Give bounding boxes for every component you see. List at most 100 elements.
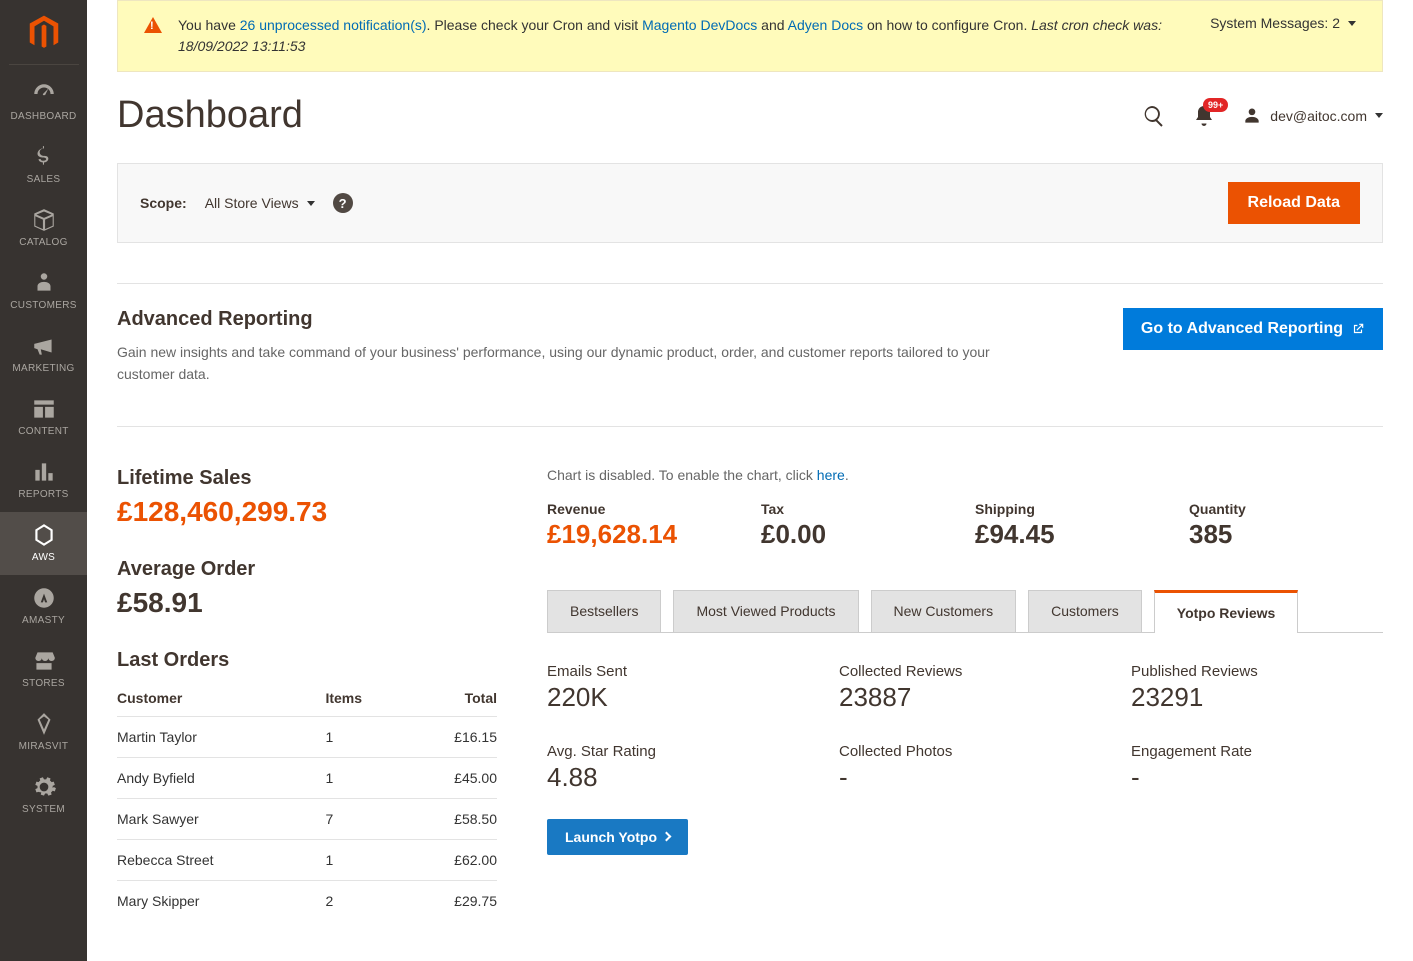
table-row[interactable]: Rebecca Street1£62.00 — [117, 839, 497, 880]
help-icon[interactable]: ? — [333, 193, 353, 213]
table-row[interactable]: Mark Sawyer7£58.50 — [117, 798, 497, 839]
cell-total: £62.00 — [404, 839, 497, 880]
user-menu[interactable]: dev@aitoc.com — [1242, 106, 1383, 126]
notice-prefix: You have — [178, 17, 240, 33]
notifications-badge: 99+ — [1203, 98, 1228, 112]
sidebar-item-catalog[interactable]: CATALOG — [0, 197, 87, 260]
search-icon — [1142, 104, 1166, 128]
sidebar: DASHBOARD SALES CATALOG CUSTOMERS MARKET… — [0, 0, 87, 961]
chevron-right-icon — [662, 832, 672, 842]
advanced-reporting-text: Advanced Reporting Gain new insights and… — [117, 308, 1017, 386]
sidebar-item-mirasvit[interactable]: MIRASVIT — [0, 701, 87, 764]
metric-value: £19,628.14 — [547, 519, 741, 550]
search-button[interactable] — [1142, 104, 1166, 128]
notifications-button[interactable]: 99+ — [1192, 104, 1216, 128]
sidebar-item-label: AWS — [32, 552, 55, 563]
cell-items: 1 — [325, 757, 404, 798]
lifetime-sales-block: Lifetime Sales £128,460,299.73 — [117, 467, 497, 528]
metric-value: 385 — [1189, 519, 1383, 550]
magento-logo-icon[interactable] — [25, 14, 63, 52]
yotpo-stats-grid: Emails Sent 220K Collected Reviews 23887… — [547, 663, 1383, 793]
tab-customers[interactable]: Customers — [1028, 590, 1142, 632]
system-notice: You have 26 unprocessed notification(s).… — [117, 0, 1383, 72]
tab-new-customers[interactable]: New Customers — [871, 590, 1017, 632]
person-icon — [31, 270, 57, 296]
advanced-reporting-desc: Gain new insights and take command of yo… — [117, 341, 1017, 386]
sidebar-item-label: SYSTEM — [22, 804, 65, 815]
average-order-title: Average Order — [117, 558, 497, 581]
sidebar-item-label: CONTENT — [18, 426, 68, 437]
notifications-link[interactable]: 26 unprocessed notification(s) — [240, 17, 427, 33]
table-row[interactable]: Mary Skipper2£29.75 — [117, 880, 497, 921]
page-title: Dashboard — [117, 94, 303, 137]
devdocs-link[interactable]: Magento DevDocs — [642, 17, 757, 33]
cell-items: 1 — [325, 716, 404, 757]
metric-quantity: Quantity 385 — [1189, 501, 1383, 550]
sidebar-item-label: SALES — [27, 174, 61, 185]
sidebar-item-aws[interactable]: AWS — [0, 512, 87, 575]
sidebar-item-reports[interactable]: REPORTS — [0, 449, 87, 512]
table-row[interactable]: Andy Byfield1£45.00 — [117, 757, 497, 798]
sidebar-item-system[interactable]: SYSTEM — [0, 764, 87, 827]
yotpo-published-reviews: Published Reviews 23291 — [1131, 663, 1383, 713]
cell-customer: Mark Sawyer — [117, 798, 325, 839]
metric-label: Tax — [761, 501, 955, 517]
chevron-down-icon — [1348, 21, 1356, 26]
stat-label: Published Reviews — [1131, 663, 1383, 680]
launch-yotpo-button[interactable]: Launch Yotpo — [547, 819, 688, 855]
tab-yotpo-reviews[interactable]: Yotpo Reviews — [1154, 590, 1299, 633]
scope-value: All Store Views — [205, 195, 299, 211]
chart-note-text: Chart is disabled. To enable the chart, … — [547, 467, 817, 483]
col-total: Total — [404, 680, 497, 717]
average-order-value: £58.91 — [117, 587, 497, 619]
metric-label: Quantity — [1189, 501, 1383, 517]
sidebar-item-marketing[interactable]: MARKETING — [0, 323, 87, 386]
tab-bestsellers[interactable]: Bestsellers — [547, 590, 661, 632]
sidebar-item-customers[interactable]: CUSTOMERS — [0, 260, 87, 323]
sidebar-item-amasty[interactable]: AMASTY — [0, 575, 87, 638]
metrics-row: Revenue £19,628.14 Tax £0.00 Shipping £9… — [547, 501, 1383, 550]
notice-mid2: and — [757, 17, 787, 33]
metric-revenue: Revenue £19,628.14 — [547, 501, 741, 550]
cell-items: 7 — [325, 798, 404, 839]
stat-value: - — [839, 762, 1091, 793]
sidebar-item-content[interactable]: CONTENT — [0, 386, 87, 449]
table-header-row: Customer Items Total — [117, 680, 497, 717]
metric-value: £0.00 — [761, 519, 955, 550]
notice-text: You have 26 unprocessed notification(s).… — [178, 15, 1194, 57]
stat-label: Collected Reviews — [839, 663, 1091, 680]
user-icon — [1242, 106, 1262, 126]
scope-selector[interactable]: All Store Views — [205, 195, 315, 211]
cell-total: £58.50 — [404, 798, 497, 839]
sidebar-item-stores[interactable]: STORES — [0, 638, 87, 701]
cell-total: £16.15 — [404, 716, 497, 757]
scope-left: Scope: All Store Views ? — [140, 193, 353, 213]
enable-chart-link[interactable]: here — [817, 467, 845, 483]
last-orders-title: Last Orders — [117, 649, 497, 672]
store-icon — [31, 648, 57, 674]
yotpo-engagement-rate: Engagement Rate - — [1131, 743, 1383, 793]
adyen-docs-link[interactable]: Adyen Docs — [788, 17, 863, 33]
yotpo-collected-photos: Collected Photos - — [839, 743, 1091, 793]
col-items: Items — [325, 680, 404, 717]
yotpo-avg-rating: Avg. Star Rating 4.88 — [547, 743, 799, 793]
col-customer: Customer — [117, 680, 325, 717]
dashboard-icon — [31, 81, 57, 107]
sidebar-item-dashboard[interactable]: DASHBOARD — [0, 71, 87, 134]
go-to-advanced-reporting-button[interactable]: Go to Advanced Reporting — [1123, 308, 1383, 350]
gear-icon — [31, 774, 57, 800]
reload-data-button[interactable]: Reload Data — [1228, 182, 1360, 224]
cell-items: 1 — [325, 839, 404, 880]
tab-most-viewed[interactable]: Most Viewed Products — [673, 590, 858, 632]
sidebar-item-label: REPORTS — [18, 489, 68, 500]
stat-value: - — [1131, 762, 1383, 793]
divider — [117, 283, 1383, 284]
chart-disabled-note: Chart is disabled. To enable the chart, … — [547, 467, 1383, 483]
table-row[interactable]: Martin Taylor1£16.15 — [117, 716, 497, 757]
sidebar-item-sales[interactable]: SALES — [0, 134, 87, 197]
average-order-block: Average Order £58.91 — [117, 558, 497, 619]
sidebar-item-label: STORES — [22, 678, 65, 689]
divider — [9, 64, 79, 65]
sidebar-item-label: MARKETING — [12, 363, 74, 374]
system-messages-toggle[interactable]: System Messages: 2 — [1210, 15, 1356, 31]
